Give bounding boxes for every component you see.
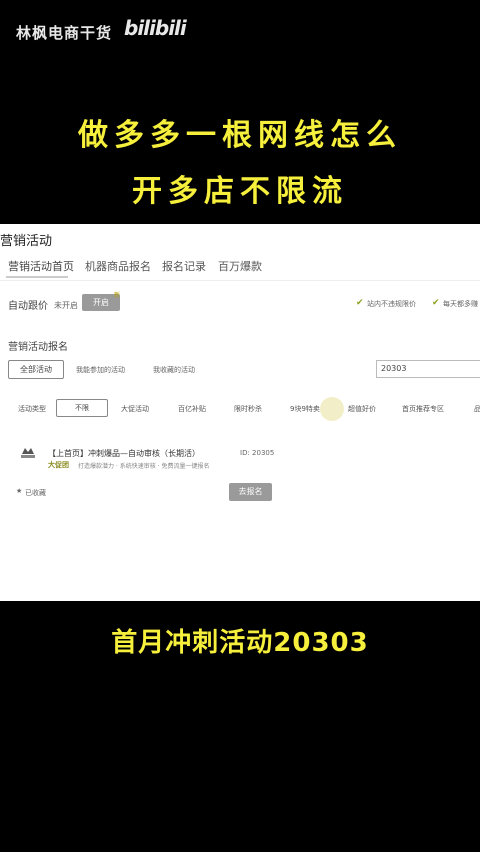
section-title: 营销活动报名 <box>8 342 68 353</box>
check-icon: ✔ <box>356 298 364 308</box>
search-input[interactable]: 20303 <box>376 360 480 378</box>
category-option[interactable]: 首页推荐专区 <box>402 404 444 414</box>
activity-id: ID: 20305 <box>240 449 275 457</box>
star-icon[interactable]: ★ <box>16 487 22 495</box>
category-option[interactable]: 超值好价 <box>348 404 376 414</box>
activity-title[interactable]: 【上首页】冲刺爆品—自动审核（长期活） <box>48 448 200 459</box>
category-label: 活动类型 <box>18 405 46 413</box>
bilibili-logo: bilibili <box>124 16 187 40</box>
category-option[interactable]: 百亿补贴 <box>178 404 206 414</box>
category-option-unlimited[interactable]: 不限 <box>56 399 108 417</box>
promo-note-2: 每天都多赚 <box>443 300 478 308</box>
brand-logo-icon <box>18 444 38 460</box>
filter-joinable[interactable]: 我能参加的活动 <box>76 365 125 375</box>
promo-note-1: 站内不违规限价 <box>367 300 416 308</box>
headline-line-2: 开多店不限流 <box>132 174 348 209</box>
collected-label: 已收藏 <box>25 489 46 497</box>
headline-line-1: 做多多一根网线怎么 <box>78 118 402 153</box>
filter-all-button[interactable]: 全部活动 <box>8 360 64 379</box>
activity-desc: 打造爆款潜力 · 系统快速审核 · 免费流量一键报名 <box>78 463 210 470</box>
active-tab-indicator <box>6 276 68 278</box>
marketing-screen: 营销活动 营销活动首页 机器商品报名 报名记录 百万爆款 自动跟价 未开启 开启… <box>0 224 480 601</box>
tab-activity-home[interactable]: 营销活动首页 <box>8 258 74 274</box>
category-option[interactable]: 9块9特卖 <box>290 404 320 414</box>
tab-divider <box>0 280 480 281</box>
tab-product-signup[interactable]: 机器商品报名 <box>85 258 151 274</box>
category-option[interactable]: 品 <box>474 404 480 414</box>
new-badge: 新 <box>114 292 121 299</box>
auto-price-label: 自动跟价 <box>8 301 48 312</box>
filter-collected[interactable]: 我收藏的活动 <box>153 365 195 375</box>
category-option[interactable]: 大促活动 <box>121 404 149 414</box>
caption: 首月冲刺活动20303 <box>111 628 369 658</box>
category-option[interactable]: 限时秒杀 <box>234 404 262 414</box>
watermark-text: 林枫电商干货 <box>16 24 113 42</box>
check-icon: ✔ <box>432 298 440 308</box>
tab-signup-records[interactable]: 报名记录 <box>162 258 206 274</box>
cursor-highlight <box>320 397 344 421</box>
auto-price-status: 未开启 <box>54 301 78 310</box>
signup-button[interactable]: 去报名 <box>229 483 272 501</box>
page-title: 营销活动 <box>0 234 53 249</box>
activity-brand: 大促团 <box>48 461 69 469</box>
tab-million-hits[interactable]: 百万爆款 <box>218 258 262 274</box>
